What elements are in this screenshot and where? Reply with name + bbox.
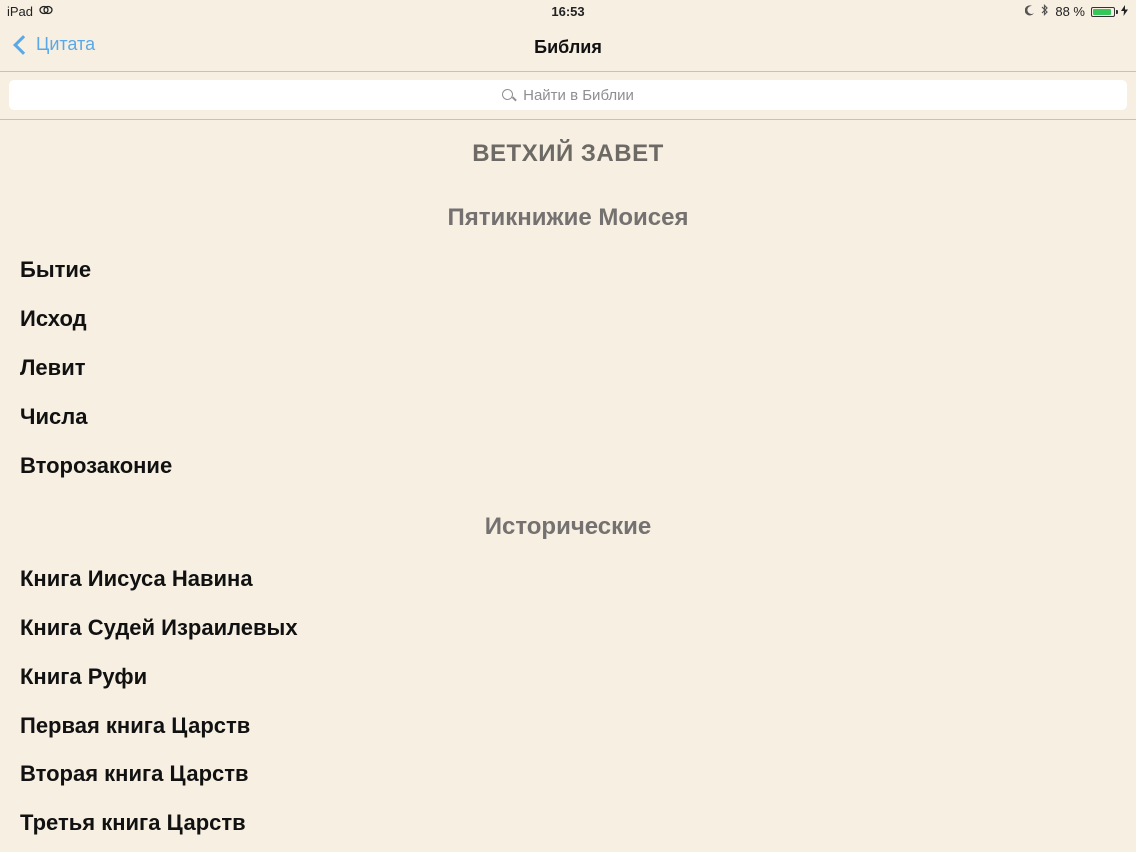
moon-icon xyxy=(1025,4,1035,19)
book-item[interactable]: Вторая книга Царств xyxy=(20,761,249,787)
section-header: Пятикнижие Моисея xyxy=(447,204,689,231)
book-list: ВЕТХИЙ ЗАВЕТ Пятикнижие Моисея Бытие Исх… xyxy=(0,120,1136,852)
book-item[interactable]: Книга Иисуса Навина xyxy=(20,566,253,592)
section-header: Исторические xyxy=(484,513,652,540)
status-right: 88 % xyxy=(1025,4,1128,19)
status-bar: iPad 16:53 88 % xyxy=(0,0,1136,24)
book-item[interactable]: Левит xyxy=(20,355,86,381)
search-placeholder: Найти в Библии xyxy=(523,86,634,104)
search-input[interactable]: Найти в Библии xyxy=(9,80,1127,110)
bluetooth-icon xyxy=(1041,4,1049,19)
navigation-bar: Цитата Библия xyxy=(0,24,1136,72)
search-bar: Найти в Библии xyxy=(0,72,1136,120)
book-item[interactable]: Числа xyxy=(20,404,87,430)
book-item[interactable]: Книга Руфи xyxy=(20,664,147,690)
status-time: 16:53 xyxy=(551,4,585,19)
book-item[interactable]: Третья книга Царств xyxy=(20,810,246,836)
book-item[interactable]: Исход xyxy=(20,306,87,332)
battery-percent: 88 % xyxy=(1055,4,1085,19)
battery-level xyxy=(1093,8,1111,15)
book-item[interactable]: Второзаконие xyxy=(20,453,172,479)
search-icon xyxy=(502,88,515,102)
battery-icon xyxy=(1091,6,1118,17)
page-title: Библия xyxy=(534,37,602,57)
testament-title: ВЕТХИЙ ЗАВЕТ xyxy=(472,140,664,167)
charging-icon xyxy=(1121,4,1128,19)
book-item[interactable]: Книга Судей Израилевых xyxy=(20,615,298,641)
book-item[interactable]: Бытие xyxy=(20,257,91,283)
book-item[interactable]: Первая книга Царств xyxy=(20,713,250,739)
